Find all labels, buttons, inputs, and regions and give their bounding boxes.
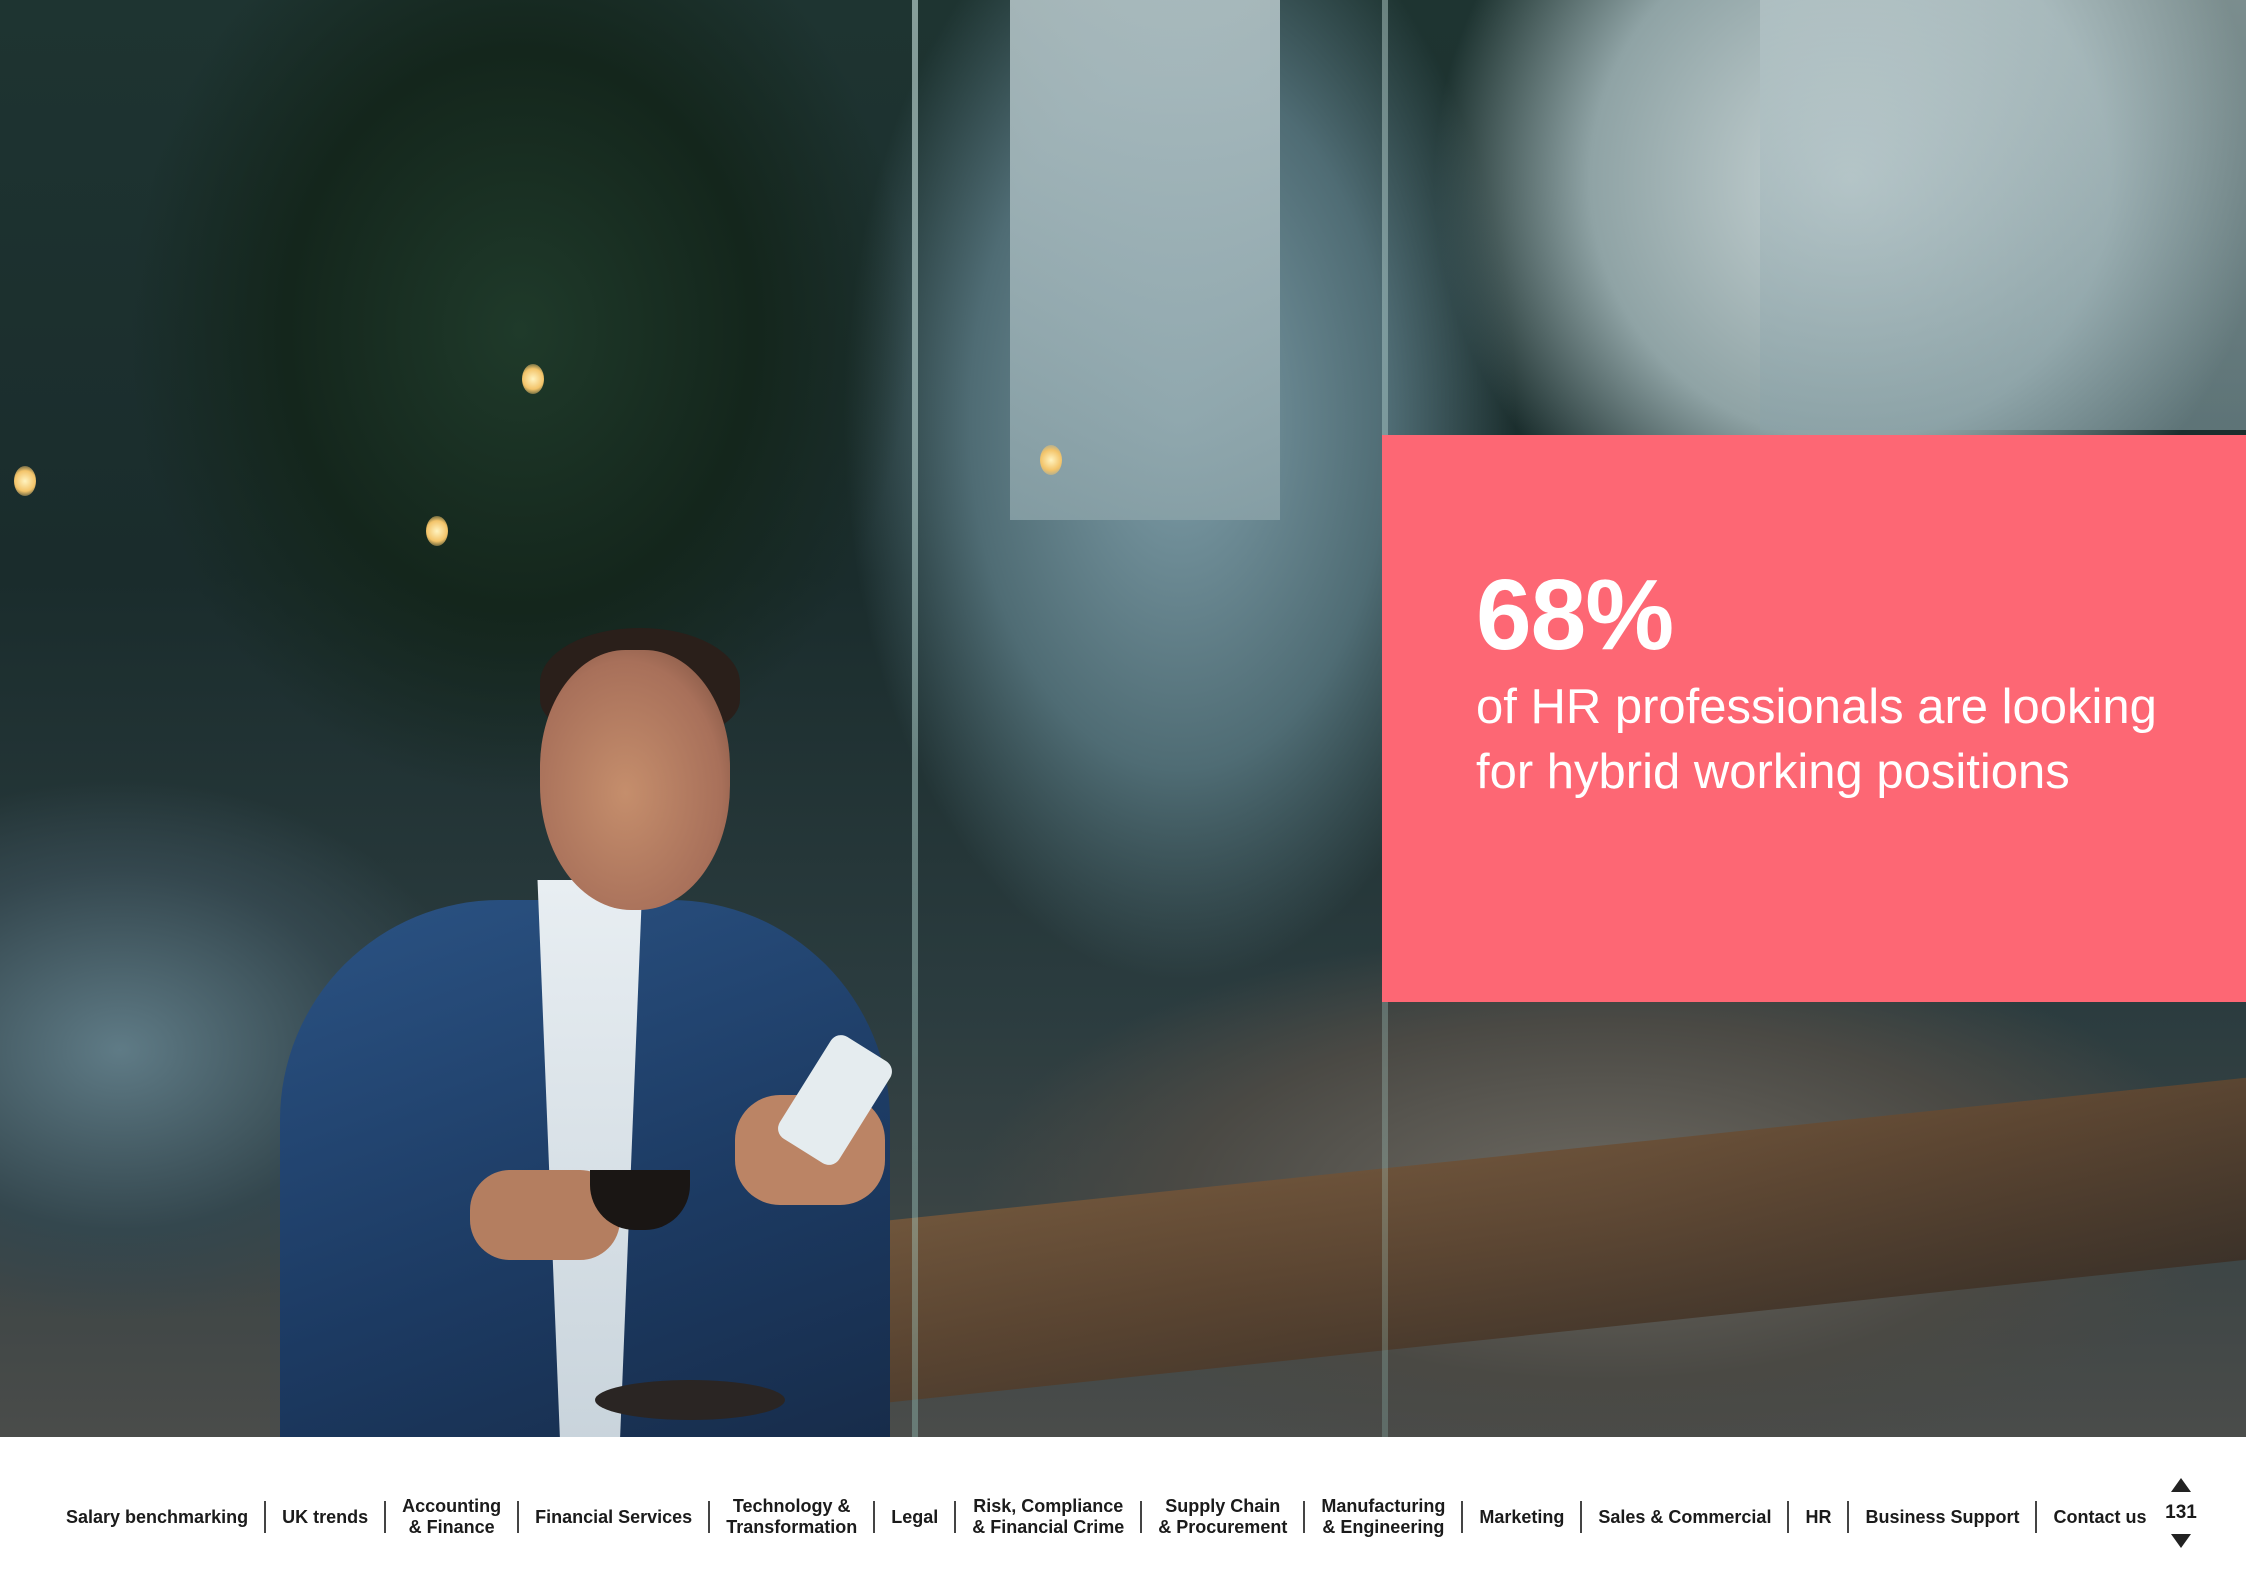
nav-divider: [1580, 1501, 1583, 1533]
page-navigator: 131: [2163, 1478, 2199, 1548]
nav-item-legal[interactable]: Legal: [881, 1507, 948, 1528]
triangle-down-icon[interactable]: [2171, 1534, 2191, 1548]
nav-item-manufacturing-engineering[interactable]: Manufacturing & Engineering: [1311, 1496, 1455, 1538]
nav-item-risk-compliance[interactable]: Risk, Compliance & Financial Crime: [962, 1496, 1134, 1538]
nav-divider: [1140, 1501, 1143, 1533]
nav-item-accounting-finance[interactable]: Accounting & Finance: [392, 1496, 511, 1538]
glass-edge: [912, 0, 918, 1437]
lamp-light: [14, 466, 36, 496]
nav-item-supply-chain[interactable]: Supply Chain & Procurement: [1148, 1496, 1297, 1538]
nav-item-marketing[interactable]: Marketing: [1469, 1507, 1574, 1528]
nav-divider: [2035, 1501, 2038, 1533]
nav-item-technology-transformation[interactable]: Technology & Transformation: [716, 1496, 867, 1538]
nav-divider: [708, 1501, 711, 1533]
triangle-up-icon[interactable]: [2171, 1478, 2191, 1492]
nav-divider: [384, 1501, 387, 1533]
lamp-light: [1040, 445, 1062, 475]
nav-item-uk-trends[interactable]: UK trends: [272, 1507, 378, 1528]
nav-divider: [1847, 1501, 1850, 1533]
nav-item-business-support[interactable]: Business Support: [1855, 1507, 2029, 1528]
stat-panel: 68% of HR professionals are looking for …: [1382, 435, 2246, 1002]
bottom-nav: Salary benchmarking UK trends Accounting…: [0, 1437, 2246, 1588]
nav-divider: [264, 1501, 267, 1533]
nav-divider: [1303, 1501, 1306, 1533]
saucer: [595, 1380, 785, 1420]
nav-divider: [1787, 1501, 1790, 1533]
lamp-light: [522, 364, 544, 394]
page-number: 131: [2165, 1502, 2197, 1523]
nav-item-hr[interactable]: HR: [1795, 1507, 1841, 1528]
nav-item-contact-us[interactable]: Contact us: [2043, 1507, 2156, 1528]
person-head: [540, 650, 730, 910]
nav-list: Salary benchmarking UK trends Accounting…: [56, 1489, 2157, 1545]
nav-item-financial-services[interactable]: Financial Services: [525, 1507, 702, 1528]
building-reflection: [1010, 0, 1280, 520]
stat-value: 68%: [1476, 559, 1674, 671]
nav-divider: [517, 1501, 520, 1533]
nav-item-salary-benchmarking[interactable]: Salary benchmarking: [56, 1507, 258, 1528]
nav-divider: [954, 1501, 957, 1533]
nav-divider: [873, 1501, 876, 1533]
nav-item-sales-commercial[interactable]: Sales & Commercial: [1588, 1507, 1781, 1528]
stat-caption: of HR professionals are looking for hybr…: [1476, 680, 2157, 799]
nav-divider: [1461, 1501, 1464, 1533]
building-reflection: [1760, 0, 2246, 430]
lamp-light: [426, 516, 448, 546]
